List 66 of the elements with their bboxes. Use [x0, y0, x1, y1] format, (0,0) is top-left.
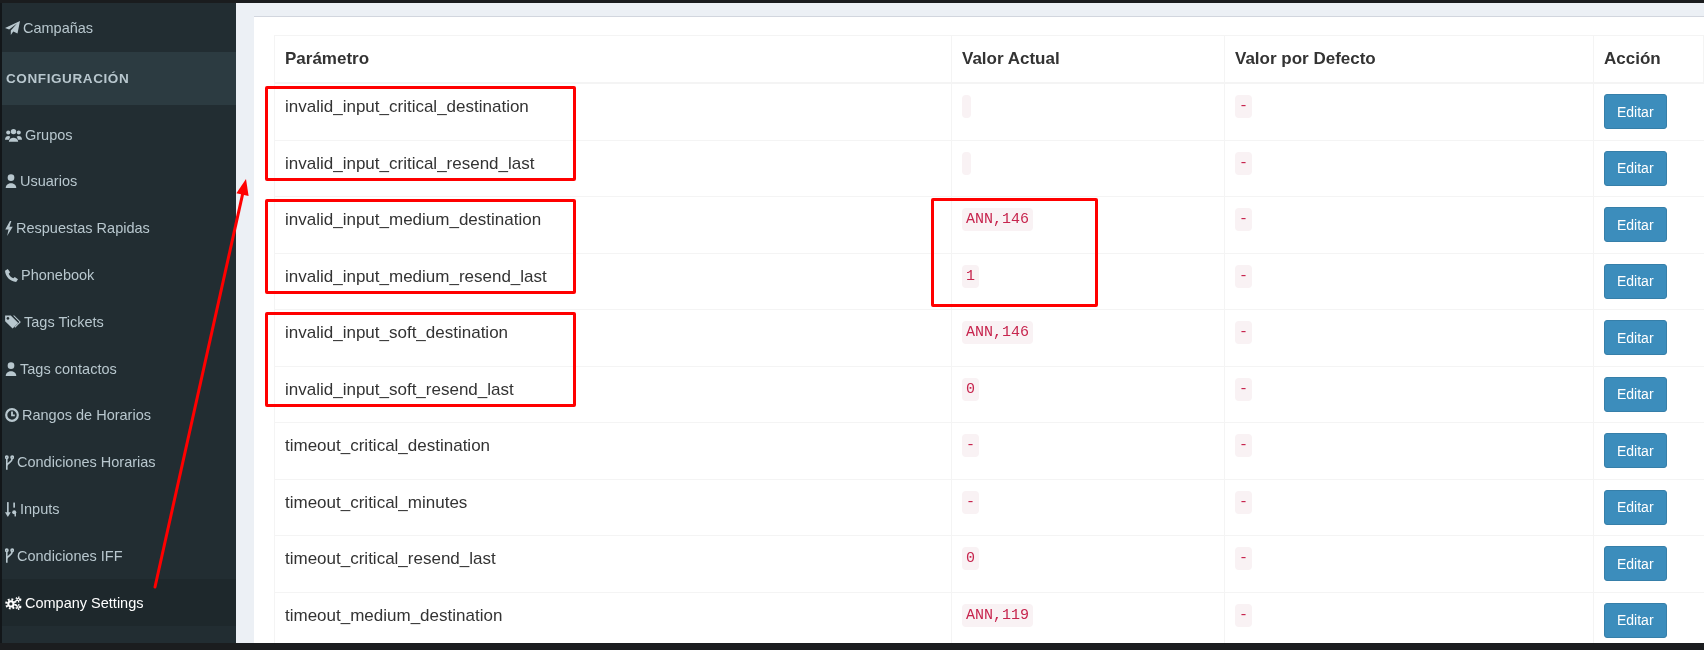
table-cell: timeout_critical_destination	[275, 423, 952, 479]
table-cell: timeout_critical_minutes	[275, 479, 952, 535]
sidebar-section-header: CONFIGURACIÓN	[2, 51, 236, 105]
edit-button[interactable]: Editar	[1604, 376, 1667, 412]
sidebar-item[interactable]: Grupos	[2, 111, 236, 159]
code-value: -	[1235, 603, 1252, 627]
user-icon	[5, 174, 17, 189]
code-value: ANN,146	[962, 208, 1033, 231]
code-value: 0	[962, 547, 979, 570]
column-header: Parámetro	[275, 36, 952, 82]
sidebar-item[interactable]: Inputs	[2, 485, 236, 533]
paper-plane-icon	[5, 21, 20, 36]
code-value: ANN,119	[962, 603, 1033, 627]
sidebar-item[interactable]: Campañas	[2, 5, 236, 52]
sidebar-item[interactable]: Phonebook	[2, 251, 236, 299]
tags-icon	[5, 314, 21, 329]
code-value: -	[962, 490, 979, 514]
sidebar-item[interactable]: Condiciones Horarias	[2, 438, 236, 486]
edit-button[interactable]: Editar	[1604, 602, 1667, 638]
branch-icon	[5, 548, 14, 564]
code-value: 0	[962, 377, 979, 401]
table-cell: invalid_input_critical_destination	[275, 84, 952, 140]
code-value: -	[1235, 547, 1252, 570]
phone-icon	[5, 268, 18, 282]
users-icon	[5, 127, 22, 142]
code-value: ANN,146	[962, 321, 1033, 344]
user-icon	[5, 361, 17, 376]
sidebar-item[interactable]: Usuarios	[2, 158, 236, 205]
edit-button[interactable]: Editar	[1604, 433, 1667, 468]
column-header: Acción	[1594, 36, 1704, 82]
bolt-icon	[5, 220, 13, 236]
code-value: -	[1235, 434, 1252, 457]
sidebar-item[interactable]: Rangos de Horarios	[2, 392, 236, 439]
sidebar-item[interactable]: Condiciones IFF	[2, 532, 236, 580]
code-value: -	[1235, 321, 1252, 344]
sidebar-item[interactable]: Tags Tickets	[2, 298, 236, 346]
column-header: Valor Actual	[952, 36, 1225, 82]
edit-button[interactable]: Editar	[1604, 263, 1667, 299]
code-value: -	[1235, 151, 1252, 175]
table-cell: invalid_input_medium_destination	[275, 197, 952, 253]
code-value: -	[1235, 264, 1252, 288]
gears-icon	[5, 595, 22, 610]
edit-button[interactable]: Editar	[1604, 94, 1667, 129]
edit-button[interactable]: Editar	[1604, 320, 1667, 355]
sidebar-item[interactable]: Tags contactos	[2, 345, 236, 393]
sidebar-item[interactable]: Respuestas Rapidas	[2, 204, 236, 252]
table-cell: invalid_input_critical_resend_last	[275, 140, 952, 196]
table-cell: invalid_input_soft_destination	[275, 310, 952, 366]
clock-icon	[5, 408, 19, 423]
code-value: -	[1235, 377, 1252, 401]
sidebar-item[interactable]: Company Settings	[2, 579, 236, 627]
code-value: -	[1235, 208, 1252, 231]
edit-button[interactable]: Editar	[1604, 150, 1667, 186]
edit-button[interactable]: Editar	[1604, 489, 1667, 525]
code-value: -	[1235, 490, 1252, 514]
branch-icon	[5, 454, 14, 470]
edit-button[interactable]: Editar	[1604, 207, 1667, 242]
code-value: -	[962, 434, 979, 457]
table-cell: invalid_input_medium_resend_last	[275, 253, 952, 309]
code-value: 1	[962, 264, 979, 288]
table-cell: invalid_input_soft_resend_last	[275, 366, 952, 422]
sort-down-icon	[5, 501, 17, 517]
edit-button[interactable]: Editar	[1604, 546, 1667, 581]
column-header: Valor por Defecto	[1225, 36, 1594, 82]
code-value: -	[1235, 95, 1252, 118]
table-cell: timeout_critical_resend_last	[275, 536, 952, 592]
